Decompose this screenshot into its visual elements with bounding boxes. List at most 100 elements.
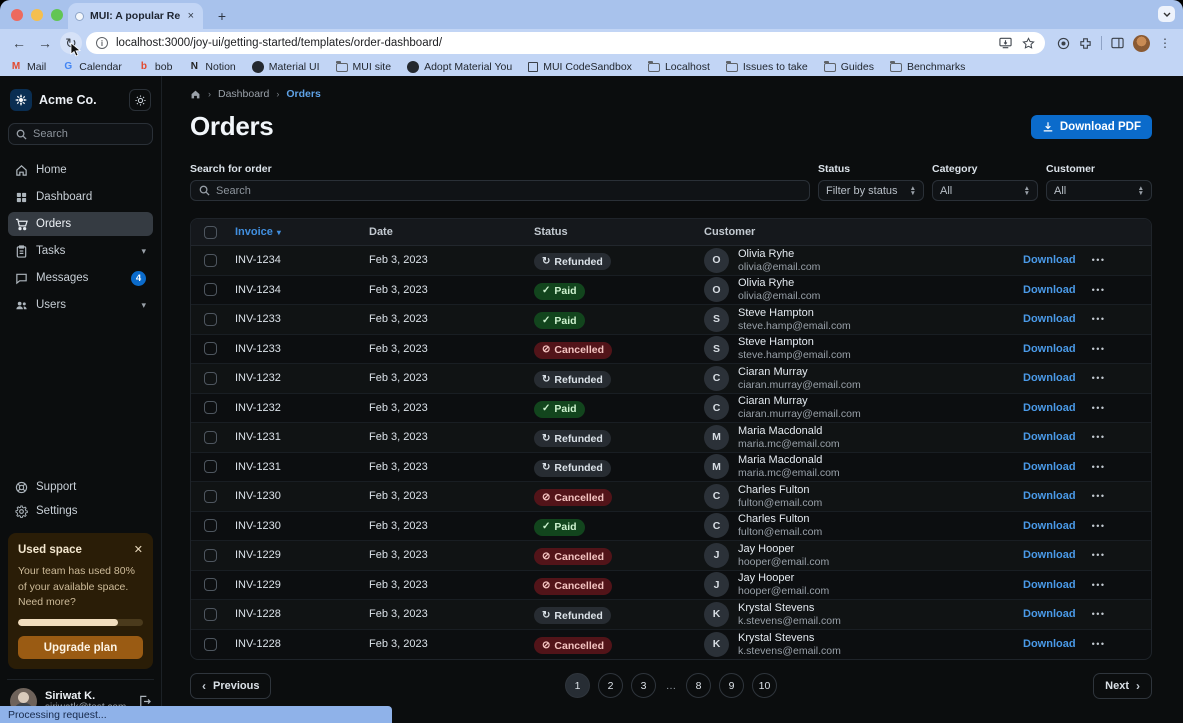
upgrade-plan-button[interactable]: Upgrade plan	[18, 636, 143, 659]
minimize-window-button[interactable]	[31, 9, 43, 21]
breadcrumb-home-icon[interactable]	[190, 89, 201, 100]
row-menu-icon[interactable]: •••	[1092, 285, 1106, 295]
row-checkbox[interactable]	[204, 490, 217, 503]
sidebar-item-orders[interactable]: Orders	[8, 212, 153, 236]
row-menu-icon[interactable]: •••	[1092, 550, 1106, 560]
row-checkbox[interactable]	[204, 638, 217, 651]
page-number-button[interactable]: 9	[719, 673, 744, 698]
sidebar-item-messages[interactable]: Messages 4	[8, 266, 153, 290]
tab-search-chevron-icon[interactable]	[1158, 6, 1175, 22]
side-panel-icon[interactable]	[1111, 37, 1124, 49]
row-menu-icon[interactable]: •••	[1092, 462, 1106, 472]
download-link[interactable]: Download	[1023, 579, 1076, 591]
select-all-checkbox[interactable]	[204, 226, 217, 239]
sidebar-item-tasks[interactable]: Tasks ▾	[8, 239, 153, 263]
theme-toggle-button[interactable]	[129, 89, 151, 111]
download-link[interactable]: Download	[1023, 520, 1076, 532]
reload-button[interactable]: ↻	[60, 32, 82, 54]
page-number-button[interactable]: 8	[686, 673, 711, 698]
bookmark-item[interactable]: Issues to take	[726, 61, 808, 73]
row-checkbox[interactable]	[204, 313, 217, 326]
row-menu-icon[interactable]: •••	[1092, 314, 1106, 324]
sidebar-search-input[interactable]	[8, 123, 153, 145]
download-link[interactable]: Download	[1023, 461, 1076, 473]
bookmark-item[interactable]: Guides	[824, 61, 874, 73]
bookmark-item[interactable]: Adopt Material You	[407, 61, 512, 73]
new-tab-button[interactable]: +	[211, 5, 233, 27]
url-bar[interactable]: i localhost:3000/joy-ui/getting-started/…	[86, 32, 1045, 54]
sidebar-item-settings[interactable]: Settings	[8, 499, 153, 523]
order-search-input[interactable]	[190, 180, 810, 201]
bookmark-item[interactable]: N Notion	[188, 61, 235, 73]
download-link[interactable]: Download	[1023, 490, 1076, 502]
bookmark-item[interactable]: Benchmarks	[890, 61, 965, 73]
sidebar-item-users[interactable]: Users ▾	[8, 293, 153, 317]
browser-menu-icon[interactable]: ⋮	[1159, 36, 1171, 50]
bookmark-item[interactable]: MUI CodeSandbox	[528, 61, 632, 73]
row-checkbox[interactable]	[204, 431, 217, 444]
previous-page-button[interactable]: ‹Previous	[190, 673, 271, 699]
row-menu-icon[interactable]: •••	[1092, 344, 1106, 354]
sidebar-search-field[interactable]	[33, 128, 123, 140]
close-icon[interactable]: ✕	[134, 543, 143, 556]
sidebar-item-dashboard[interactable]: Dashboard	[8, 185, 153, 209]
page-number-button[interactable]: 3	[631, 673, 656, 698]
order-search-field[interactable]	[216, 185, 801, 197]
download-link[interactable]: Download	[1023, 313, 1076, 325]
page-number-button[interactable]: 10	[752, 673, 777, 698]
sidebar-item-support[interactable]: Support	[8, 475, 153, 499]
row-menu-icon[interactable]: •••	[1092, 255, 1106, 265]
row-menu-icon[interactable]: •••	[1092, 491, 1106, 501]
row-menu-icon[interactable]: •••	[1092, 403, 1106, 413]
window-controls[interactable]	[11, 9, 63, 21]
bookmark-star-icon[interactable]	[1022, 37, 1035, 50]
row-menu-icon[interactable]: •••	[1092, 432, 1106, 442]
profile-avatar[interactable]	[1133, 35, 1150, 52]
browser-tab[interactable]: MUI: A popular React UI fram ×	[68, 3, 203, 29]
download-pdf-button[interactable]: Download PDF	[1031, 115, 1152, 139]
install-app-icon[interactable]	[999, 37, 1012, 49]
row-checkbox[interactable]	[204, 254, 217, 267]
download-link[interactable]: Download	[1023, 402, 1076, 414]
download-link[interactable]: Download	[1023, 372, 1076, 384]
download-link[interactable]: Download	[1023, 608, 1076, 620]
bookmark-item[interactable]: b bob	[138, 61, 173, 73]
download-link[interactable]: Download	[1023, 343, 1076, 355]
site-info-icon[interactable]: i	[96, 37, 108, 49]
zoom-window-button[interactable]	[51, 9, 63, 21]
forward-button[interactable]: →	[34, 32, 56, 54]
bookmark-item[interactable]: M Mail	[10, 61, 46, 73]
download-link[interactable]: Download	[1023, 254, 1076, 266]
download-link[interactable]: Download	[1023, 549, 1076, 561]
page-number-button[interactable]: 2	[598, 673, 623, 698]
bookmark-item[interactable]: MUI site	[336, 61, 392, 73]
sidebar-item-home[interactable]: Home	[8, 158, 153, 182]
category-filter-select[interactable]: All ▲▼	[932, 180, 1038, 201]
bookmark-item[interactable]: G Calendar	[62, 61, 122, 73]
row-checkbox[interactable]	[204, 372, 217, 385]
extensions-icon[interactable]	[1079, 37, 1092, 50]
privacy-icon[interactable]	[1057, 37, 1070, 50]
close-tab-icon[interactable]: ×	[186, 10, 196, 22]
status-filter-select[interactable]: Filter by status ▲▼	[818, 180, 924, 201]
row-checkbox[interactable]	[204, 460, 217, 473]
next-page-button[interactable]: Next›	[1093, 673, 1152, 699]
row-menu-icon[interactable]: •••	[1092, 639, 1106, 649]
column-invoice[interactable]: Invoice▾	[235, 226, 369, 238]
download-link[interactable]: Download	[1023, 284, 1076, 296]
row-menu-icon[interactable]: •••	[1092, 373, 1106, 383]
download-link[interactable]: Download	[1023, 638, 1076, 650]
row-menu-icon[interactable]: •••	[1092, 580, 1106, 590]
row-checkbox[interactable]	[204, 519, 217, 532]
bookmark-item[interactable]: Material UI	[252, 61, 320, 73]
close-window-button[interactable]	[11, 9, 23, 21]
row-menu-icon[interactable]: •••	[1092, 521, 1106, 531]
row-checkbox[interactable]	[204, 283, 217, 296]
row-checkbox[interactable]	[204, 342, 217, 355]
row-checkbox[interactable]	[204, 549, 217, 562]
bookmark-item[interactable]: Localhost	[648, 61, 710, 73]
page-number-button[interactable]: …	[664, 673, 678, 698]
download-link[interactable]: Download	[1023, 431, 1076, 443]
row-checkbox[interactable]	[204, 401, 217, 414]
row-checkbox[interactable]	[204, 608, 217, 621]
